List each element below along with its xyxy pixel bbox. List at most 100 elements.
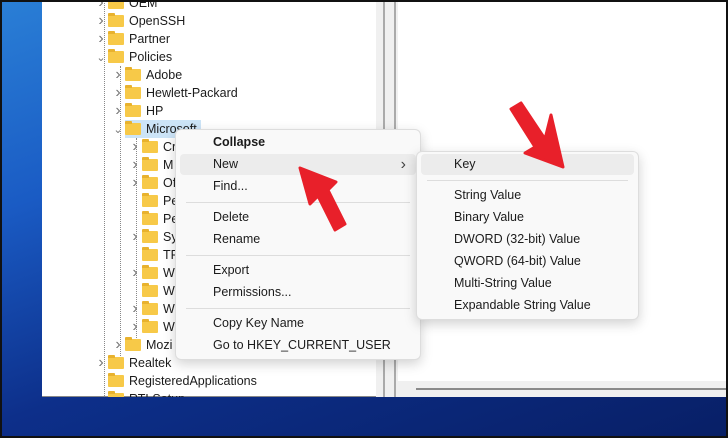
menu-item-export[interactable]: Export: [180, 260, 416, 281]
tree-item[interactable]: › HP: [113, 102, 163, 120]
tree-item[interactable]: › W: [130, 318, 174, 336]
chevron-right-icon[interactable]: ›: [96, 0, 106, 12]
tree-item[interactable]: › W: [130, 300, 175, 318]
menu-item-copy-key-name[interactable]: Copy Key Name: [180, 313, 416, 334]
folder-icon: [108, 31, 124, 45]
menu-item-label: Delete: [213, 210, 250, 224]
chevron-down-icon[interactable]: ⌄: [96, 51, 106, 64]
menu-item-label: Permissions...: [213, 285, 292, 299]
menu-item-binary-value[interactable]: Binary Value: [421, 207, 634, 228]
chevron-right-icon[interactable]: ›: [130, 300, 140, 318]
tree-item[interactable]: › Hewlett-Packard: [113, 84, 238, 102]
menu-item-permissions[interactable]: Permissions...: [180, 282, 416, 303]
chevron-right-icon[interactable]: ›: [113, 66, 123, 84]
chevron-right-icon[interactable]: ›: [130, 318, 140, 336]
tree-item[interactable]: › Of: [130, 174, 176, 192]
chevron-right-icon[interactable]: ›: [130, 264, 140, 282]
menu-item-label: Binary Value: [454, 210, 524, 224]
chevron-right-icon[interactable]: ›: [96, 354, 106, 372]
new-submenu: Key String Value Binary Value DWORD (32-bit…: [416, 151, 639, 320]
chevron-right-icon[interactable]: ›: [130, 174, 140, 192]
tree-item-label: HP: [146, 104, 164, 118]
chevron-right-icon[interactable]: ›: [130, 228, 140, 246]
menu-item-qword-64-bit-value[interactable]: QWORD (64-bit) Value: [421, 251, 634, 272]
menu-item-label: New: [213, 157, 239, 171]
folder-icon: [125, 121, 141, 135]
tree-item[interactable]: › Realtek: [96, 354, 171, 372]
menu-item-label: Collapse: [213, 135, 266, 149]
tree-item-label: Mozi: [146, 338, 173, 352]
folder-icon: [125, 103, 141, 117]
tree-item[interactable]: › Sy: [130, 228, 177, 246]
folder-icon: [125, 337, 141, 351]
menu-item-label: Rename: [213, 232, 261, 246]
tree-item[interactable]: TP: [130, 246, 179, 264]
menu-item-label: Copy Key Name: [213, 316, 305, 330]
tree-item-label: RTLSetup: [129, 392, 185, 397]
tree-item[interactable]: Pe: [130, 210, 178, 228]
menu-item-label: Key: [454, 157, 476, 171]
chevron-right-icon[interactable]: ›: [113, 84, 123, 102]
tree-item[interactable]: › Adobe: [113, 66, 182, 84]
tree-item[interactable]: ⌄ Policies: [96, 48, 172, 66]
folder-icon: [142, 211, 158, 225]
folder-icon: [142, 139, 158, 153]
menu-item-label: QWORD (64-bit) Value: [454, 254, 581, 268]
chevron-right-icon: ›: [400, 156, 406, 173]
chevron-right-icon[interactable]: ›: [130, 138, 140, 156]
menu-item-expandable-string-value[interactable]: Expandable String Value: [421, 295, 634, 316]
folder-icon: [142, 175, 158, 189]
tree-item-label: Partner: [129, 32, 170, 46]
menu-item-label: DWORD (32-bit) Value: [454, 232, 581, 246]
menu-item-label: Export: [213, 263, 250, 277]
folder-icon: [142, 265, 158, 279]
tree-item-label: Realtek: [129, 356, 172, 370]
tree-item[interactable]: W: [130, 282, 175, 300]
tree-item-label: OEM: [129, 0, 158, 10]
tree-item[interactable]: Pe: [130, 192, 178, 210]
tree-item[interactable]: › Partner: [96, 30, 170, 48]
chevron-right-icon[interactable]: ›: [96, 30, 106, 48]
horizontal-scrollbar[interactable]: [398, 381, 726, 397]
tree-item[interactable]: › M: [130, 156, 173, 174]
folder-icon: [108, 13, 124, 27]
tree-item[interactable]: RegisteredApplications: [96, 372, 257, 390]
chevron-right-icon[interactable]: ›: [130, 156, 140, 174]
folder-icon: [142, 247, 158, 261]
tree-item-label: W: [163, 284, 175, 298]
chevron-down-icon[interactable]: ⌄: [113, 123, 123, 136]
tree-item[interactable]: › OEM: [96, 0, 157, 12]
menu-item-label: Expandable String Value: [454, 298, 591, 312]
menu-item-collapse[interactable]: Collapse: [180, 132, 416, 153]
menu-item-label: Go to HKEY_CURRENT_USER: [213, 338, 391, 352]
menu-item-go-to-hkey-current-user[interactable]: Go to HKEY_CURRENT_USER: [180, 335, 416, 356]
menu-item-multi-string-value[interactable]: Multi-String Value: [421, 273, 634, 294]
tree-item-label: Hewlett-Packard: [146, 86, 238, 100]
chevron-right-icon[interactable]: ›: [113, 102, 123, 120]
folder-icon: [142, 229, 158, 243]
folder-icon: [142, 193, 158, 207]
tree-item[interactable]: › W: [130, 264, 175, 282]
tree-item[interactable]: › Mozi: [113, 336, 172, 354]
tree-item-label: Policies: [129, 50, 173, 64]
folder-icon: [142, 157, 158, 171]
tree-item[interactable]: › Cr: [130, 138, 176, 156]
folder-icon: [142, 283, 158, 297]
folder-icon: [108, 0, 124, 9]
folder-icon: [108, 391, 124, 397]
annotation-arrow-icon: [298, 166, 347, 232]
menu-item-dword-32-bit-value[interactable]: DWORD (32-bit) Value: [421, 229, 634, 250]
tree-item[interactable]: RTLSetup: [96, 390, 185, 397]
menu-separator: [427, 180, 628, 181]
tree-item[interactable]: › OpenSSH: [96, 12, 185, 30]
folder-icon: [125, 85, 141, 99]
menu-item-label: String Value: [454, 188, 522, 202]
tree-item-label: Adobe: [146, 68, 183, 82]
chevron-right-icon[interactable]: ›: [113, 336, 123, 354]
tree-item-label: W: [163, 266, 175, 280]
menu-separator: [186, 308, 410, 309]
chevron-right-icon[interactable]: ›: [96, 12, 106, 30]
tree-item-label: W: [163, 302, 175, 316]
folder-icon: [108, 355, 124, 369]
menu-item-string-value[interactable]: String Value: [421, 185, 634, 206]
